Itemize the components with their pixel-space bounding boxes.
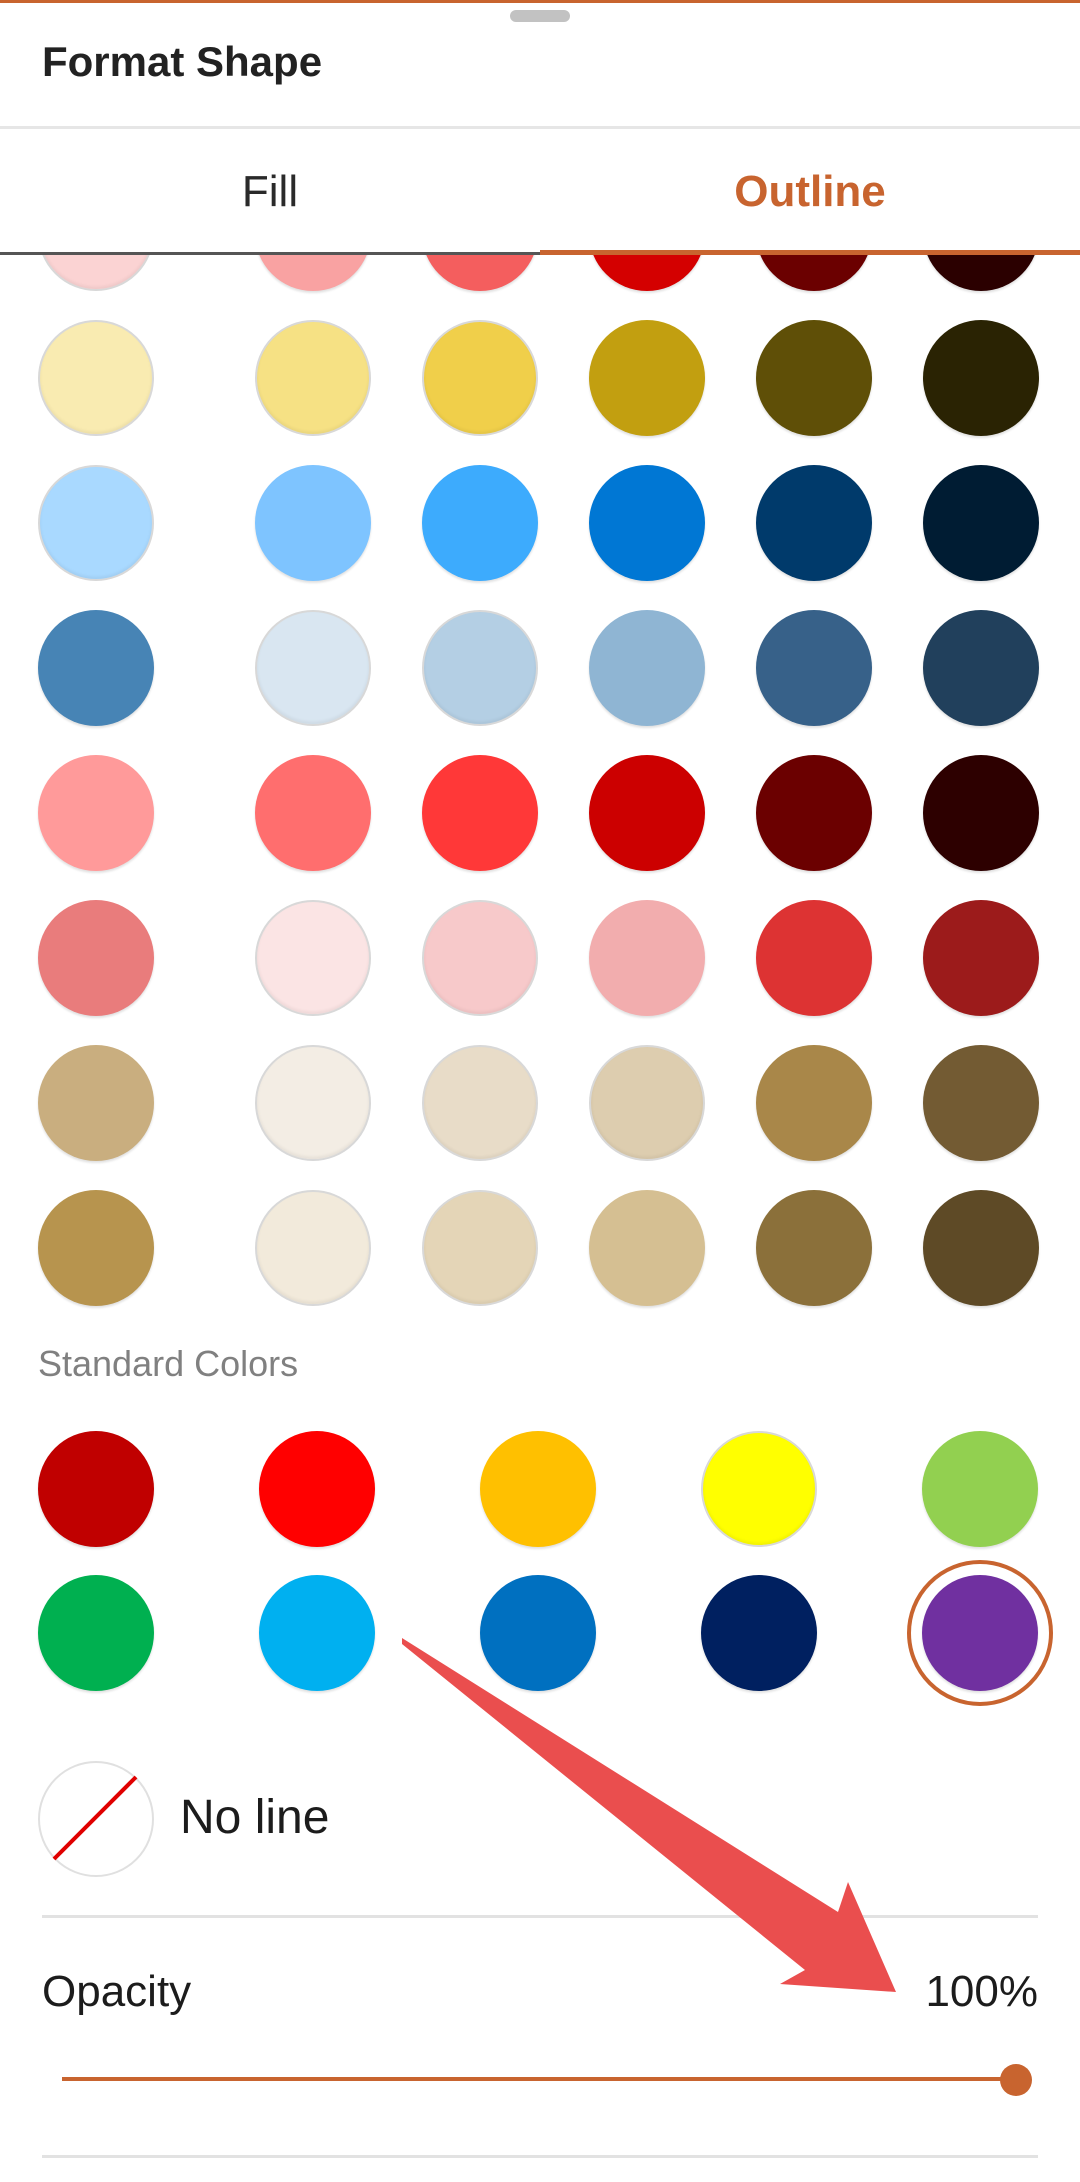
theme-color-swatch[interactable] [38,1190,154,1306]
theme-color-swatch[interactable] [923,320,1039,436]
theme-color-swatch[interactable] [589,1190,705,1306]
no-line-swatch[interactable] [38,1761,154,1877]
theme-color-swatch[interactable] [923,1190,1039,1306]
divider-bottom [42,2155,1038,2158]
theme-color-swatch[interactable] [589,320,705,436]
standard-color-swatch[interactable] [480,1431,596,1547]
theme-color-swatch[interactable] [756,755,872,871]
theme-color-swatch[interactable] [589,610,705,726]
theme-color-swatch[interactable] [422,1045,538,1161]
theme-color-swatch[interactable] [255,900,371,1016]
theme-color-swatch[interactable] [422,465,538,581]
theme-color-swatch[interactable] [589,755,705,871]
theme-color-swatch[interactable] [38,900,154,1016]
theme-color-swatch[interactable] [38,755,154,871]
standard-color-swatch[interactable] [38,1575,154,1691]
standard-colors-label: Standard Colors [38,1343,299,1384]
standard-color-swatch[interactable] [259,1431,375,1547]
selected-color-ring [907,1560,1053,1706]
opacity-value: 100% [925,1967,1038,2016]
no-line-label[interactable]: No line [180,1790,329,1845]
theme-color-swatch[interactable] [255,465,371,581]
theme-color-swatch[interactable] [422,755,538,871]
drag-handle[interactable] [510,10,570,22]
opacity-label: Opacity [42,1967,192,2016]
standard-color-swatch[interactable] [922,1431,1038,1547]
theme-color-swatch[interactable] [422,255,538,291]
theme-color-swatch[interactable] [38,320,154,436]
theme-color-swatch[interactable] [422,610,538,726]
sheet-top-border [0,0,1080,3]
standard-color-swatch[interactable] [38,1431,154,1547]
theme-color-swatch[interactable] [422,900,538,1016]
tab-fill[interactable]: Fill [0,130,540,254]
theme-color-swatch[interactable] [589,1045,705,1161]
theme-color-swatch[interactable] [923,1045,1039,1161]
divider [42,1915,1038,1918]
standard-color-swatch[interactable] [701,1431,817,1547]
theme-color-swatch[interactable] [589,465,705,581]
theme-color-swatch[interactable] [255,255,371,291]
theme-color-swatch[interactable] [38,610,154,726]
header-divider [0,126,1080,129]
page-title: Format Shape [42,38,323,85]
standard-color-swatch[interactable] [259,1575,375,1691]
theme-color-swatch[interactable] [38,465,154,581]
theme-color-swatch[interactable] [255,320,371,436]
theme-color-swatch[interactable] [255,610,371,726]
theme-color-swatch[interactable] [255,755,371,871]
opacity-slider-track[interactable] [62,2077,1016,2081]
theme-color-swatch[interactable] [756,610,872,726]
theme-color-swatch[interactable] [422,1190,538,1306]
theme-color-swatch[interactable] [923,465,1039,581]
theme-color-swatch[interactable] [589,255,705,291]
theme-color-swatch[interactable] [756,255,872,291]
theme-color-swatch[interactable] [422,320,538,436]
theme-color-swatch[interactable] [756,320,872,436]
theme-color-swatch[interactable] [923,255,1039,291]
theme-color-swatch[interactable] [923,610,1039,726]
theme-color-grid [0,255,1080,1315]
theme-color-swatch[interactable] [255,1045,371,1161]
color-palette-scroll[interactable]: Standard Colors No line Opacity 100% [0,255,1080,2182]
theme-color-swatch[interactable] [255,1190,371,1306]
theme-color-swatch[interactable] [923,900,1039,1016]
theme-color-swatch[interactable] [756,1190,872,1306]
theme-color-swatch[interactable] [38,1045,154,1161]
tab-outline-label: Outline [734,167,886,216]
standard-color-swatch[interactable] [701,1575,817,1691]
tab-outline[interactable]: Outline [540,130,1080,254]
standard-color-swatch[interactable] [480,1575,596,1691]
theme-color-swatch[interactable] [38,255,154,291]
theme-color-swatch[interactable] [756,1045,872,1161]
opacity-slider-thumb[interactable] [1000,2064,1032,2096]
no-line-slash-icon [52,1775,138,1861]
theme-color-swatch[interactable] [756,465,872,581]
theme-color-swatch[interactable] [589,900,705,1016]
tab-fill-label: Fill [241,167,299,216]
theme-color-swatch[interactable] [923,755,1039,871]
theme-color-swatch[interactable] [756,900,872,1016]
